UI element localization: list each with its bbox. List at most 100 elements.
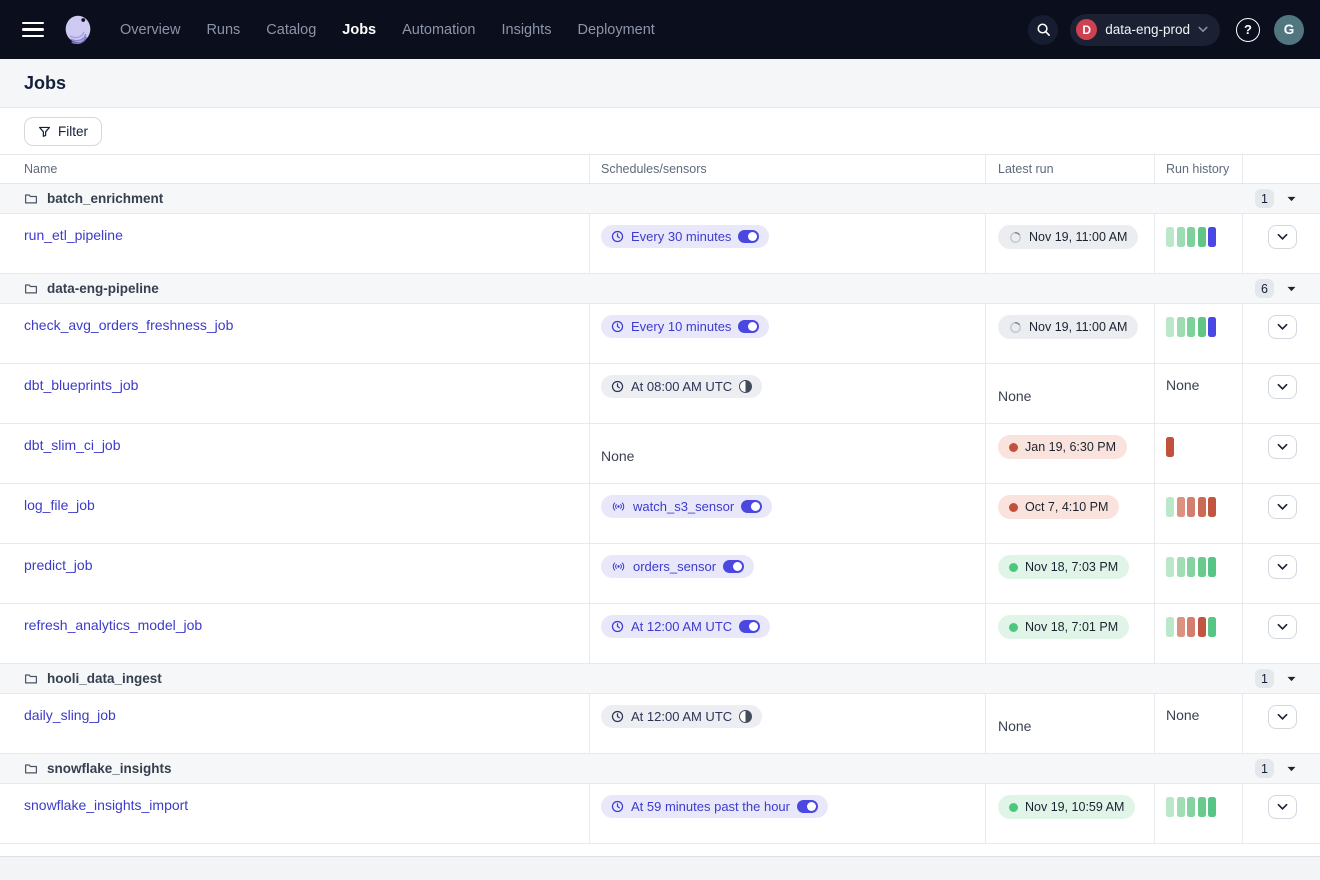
- schedule-toggle[interactable]: [723, 560, 744, 573]
- job-name-link[interactable]: check_avg_orders_freshness_job: [0, 304, 233, 333]
- deployment-switcher[interactable]: D data-eng-prod: [1070, 14, 1220, 46]
- folder-icon: [24, 763, 38, 775]
- job-name-link[interactable]: run_etl_pipeline: [0, 214, 123, 243]
- schedule-toggle[interactable]: [739, 380, 752, 393]
- job-group-row[interactable]: data-eng-pipeline6: [0, 274, 1320, 304]
- expand-row-button[interactable]: [1268, 705, 1297, 729]
- expand-row-button[interactable]: [1268, 315, 1297, 339]
- job-name-link[interactable]: snowflake_insights_import: [0, 784, 188, 813]
- toolbar: Filter: [0, 108, 1320, 155]
- run-history-bar[interactable]: [1166, 437, 1174, 457]
- run-history-bar[interactable]: [1198, 617, 1206, 637]
- dagster-logo-icon[interactable]: [58, 10, 98, 50]
- schedule-toggle[interactable]: [738, 320, 759, 333]
- job-name-link[interactable]: predict_job: [0, 544, 93, 573]
- run-history-bar[interactable]: [1187, 797, 1195, 817]
- run-history-bar[interactable]: [1208, 317, 1216, 337]
- latest-run-tag[interactable]: Nov 19, 10:59 AM: [998, 795, 1135, 819]
- sensor-tag[interactable]: watch_s3_sensor: [601, 495, 772, 518]
- run-history-bar[interactable]: [1166, 227, 1174, 247]
- collapse-caret-icon[interactable]: [1287, 676, 1296, 682]
- schedule-toggle[interactable]: [797, 800, 818, 813]
- run-history-bar[interactable]: [1187, 557, 1195, 577]
- run-history-bar[interactable]: [1208, 227, 1216, 247]
- latest-run-tag[interactable]: Nov 18, 7:03 PM: [998, 555, 1129, 579]
- run-history-bar[interactable]: [1177, 227, 1185, 247]
- run-history-bar[interactable]: [1177, 317, 1185, 337]
- latest-run-tag[interactable]: Jan 19, 6:30 PM: [998, 435, 1127, 459]
- run-history-bar[interactable]: [1166, 497, 1174, 517]
- collapse-caret-icon[interactable]: [1287, 286, 1296, 292]
- schedule-toggle[interactable]: [741, 500, 762, 513]
- expand-row-button[interactable]: [1268, 795, 1297, 819]
- run-history-bar[interactable]: [1198, 317, 1206, 337]
- run-history-bar[interactable]: [1166, 797, 1174, 817]
- schedule-tag[interactable]: At 59 minutes past the hour: [601, 795, 828, 818]
- expand-row-button[interactable]: [1268, 555, 1297, 579]
- run-history-bar[interactable]: [1198, 797, 1206, 817]
- run-history-bar[interactable]: [1208, 617, 1216, 637]
- run-history-bar[interactable]: [1166, 557, 1174, 577]
- latest-run-none-label: None: [998, 705, 1154, 734]
- expand-row-button[interactable]: [1268, 435, 1297, 459]
- nav-item-insights[interactable]: Insights: [501, 22, 551, 38]
- schedule-tag[interactable]: Every 30 minutes: [601, 225, 769, 248]
- run-history-bar[interactable]: [1187, 497, 1195, 517]
- job-name-link[interactable]: daily_sling_job: [0, 694, 116, 723]
- job-name-link[interactable]: refresh_analytics_model_job: [0, 604, 202, 633]
- run-history-bar[interactable]: [1198, 497, 1206, 517]
- run-history-bar[interactable]: [1177, 497, 1185, 517]
- expand-row-button[interactable]: [1268, 615, 1297, 639]
- schedule-tag[interactable]: At 12:00 AM UTC: [601, 615, 770, 638]
- run-history-bar[interactable]: [1208, 797, 1216, 817]
- sensor-tag[interactable]: orders_sensor: [601, 555, 754, 578]
- latest-run-tag[interactable]: Oct 7, 4:10 PM: [998, 495, 1119, 519]
- run-history-bar[interactable]: [1198, 557, 1206, 577]
- schedule-toggle[interactable]: [738, 230, 759, 243]
- nav-item-runs[interactable]: Runs: [206, 22, 240, 38]
- collapse-caret-icon[interactable]: [1287, 766, 1296, 772]
- job-name-link[interactable]: dbt_slim_ci_job: [0, 424, 121, 453]
- run-history-bar[interactable]: [1177, 617, 1185, 637]
- run-history-bar[interactable]: [1187, 617, 1195, 637]
- nav-item-deployment[interactable]: Deployment: [577, 22, 654, 38]
- expand-row-button[interactable]: [1268, 225, 1297, 249]
- run-history-bar[interactable]: [1208, 557, 1216, 577]
- schedule-toggle[interactable]: [739, 620, 760, 633]
- run-history-bar[interactable]: [1177, 797, 1185, 817]
- nav-item-catalog[interactable]: Catalog: [266, 22, 316, 38]
- schedule-tag[interactable]: At 12:00 AM UTC: [601, 705, 762, 728]
- expand-row-button[interactable]: [1268, 495, 1297, 519]
- job-name-cell: check_avg_orders_freshness_job: [0, 304, 590, 363]
- nav-item-overview[interactable]: Overview: [120, 22, 180, 38]
- run-history-bar[interactable]: [1166, 317, 1174, 337]
- job-group-row[interactable]: hooli_data_ingest1: [0, 664, 1320, 694]
- schedule-tag[interactable]: At 08:00 AM UTC: [601, 375, 762, 398]
- help-icon[interactable]: ?: [1236, 18, 1260, 42]
- job-group-row[interactable]: snowflake_insights1: [0, 754, 1320, 784]
- nav-item-automation[interactable]: Automation: [402, 22, 475, 38]
- run-history-bar[interactable]: [1187, 317, 1195, 337]
- run-history-bar[interactable]: [1166, 617, 1174, 637]
- avatar[interactable]: G: [1274, 15, 1304, 45]
- latest-run-tag[interactable]: Nov 18, 7:01 PM: [998, 615, 1129, 639]
- run-history-bar[interactable]: [1198, 227, 1206, 247]
- collapse-caret-icon[interactable]: [1287, 196, 1296, 202]
- run-history-bar[interactable]: [1177, 557, 1185, 577]
- run-history-bar[interactable]: [1208, 497, 1216, 517]
- job-name-link[interactable]: log_file_job: [0, 484, 95, 513]
- job-name-cell: predict_job: [0, 544, 590, 603]
- schedule-tag[interactable]: Every 10 minutes: [601, 315, 769, 338]
- job-name-link[interactable]: dbt_blueprints_job: [0, 364, 138, 393]
- run-history-bar[interactable]: [1187, 227, 1195, 247]
- nav-item-jobs[interactable]: Jobs: [342, 22, 376, 38]
- menu-icon[interactable]: [22, 22, 44, 37]
- schedule-toggle[interactable]: [739, 710, 752, 723]
- expand-row-button[interactable]: [1268, 375, 1297, 399]
- search-button[interactable]: [1028, 15, 1058, 45]
- latest-run-tag[interactable]: Nov 19, 11:00 AM: [998, 315, 1138, 339]
- run-history-bars: [1166, 317, 1242, 337]
- latest-run-tag[interactable]: Nov 19, 11:00 AM: [998, 225, 1138, 249]
- filter-button[interactable]: Filter: [24, 117, 102, 146]
- job-group-row[interactable]: batch_enrichment1: [0, 184, 1320, 214]
